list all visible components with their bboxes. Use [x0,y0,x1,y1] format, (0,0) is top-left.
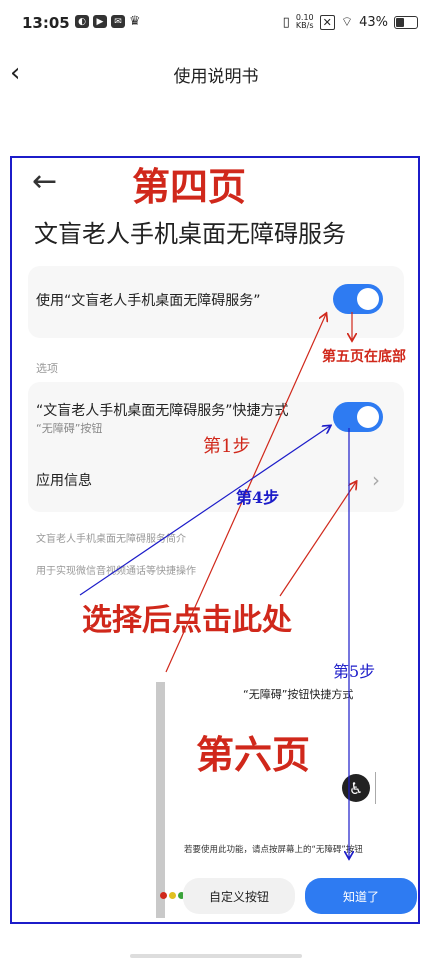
page4-label: 第四页 [132,164,247,209]
arrow-select [279,482,356,597]
page6-label: 第六页 [196,732,311,777]
annotation-arrows [79,0,432,964]
step4-label: 第4步 [236,488,280,507]
home-indicator[interactable] [130,954,302,958]
step5-label: 第5步 [333,662,376,681]
page5-note: 第五页在底部 [322,349,406,365]
select-click-label: 选择后点击此处 [82,603,292,638]
step1-label: 第1步 [203,436,251,457]
